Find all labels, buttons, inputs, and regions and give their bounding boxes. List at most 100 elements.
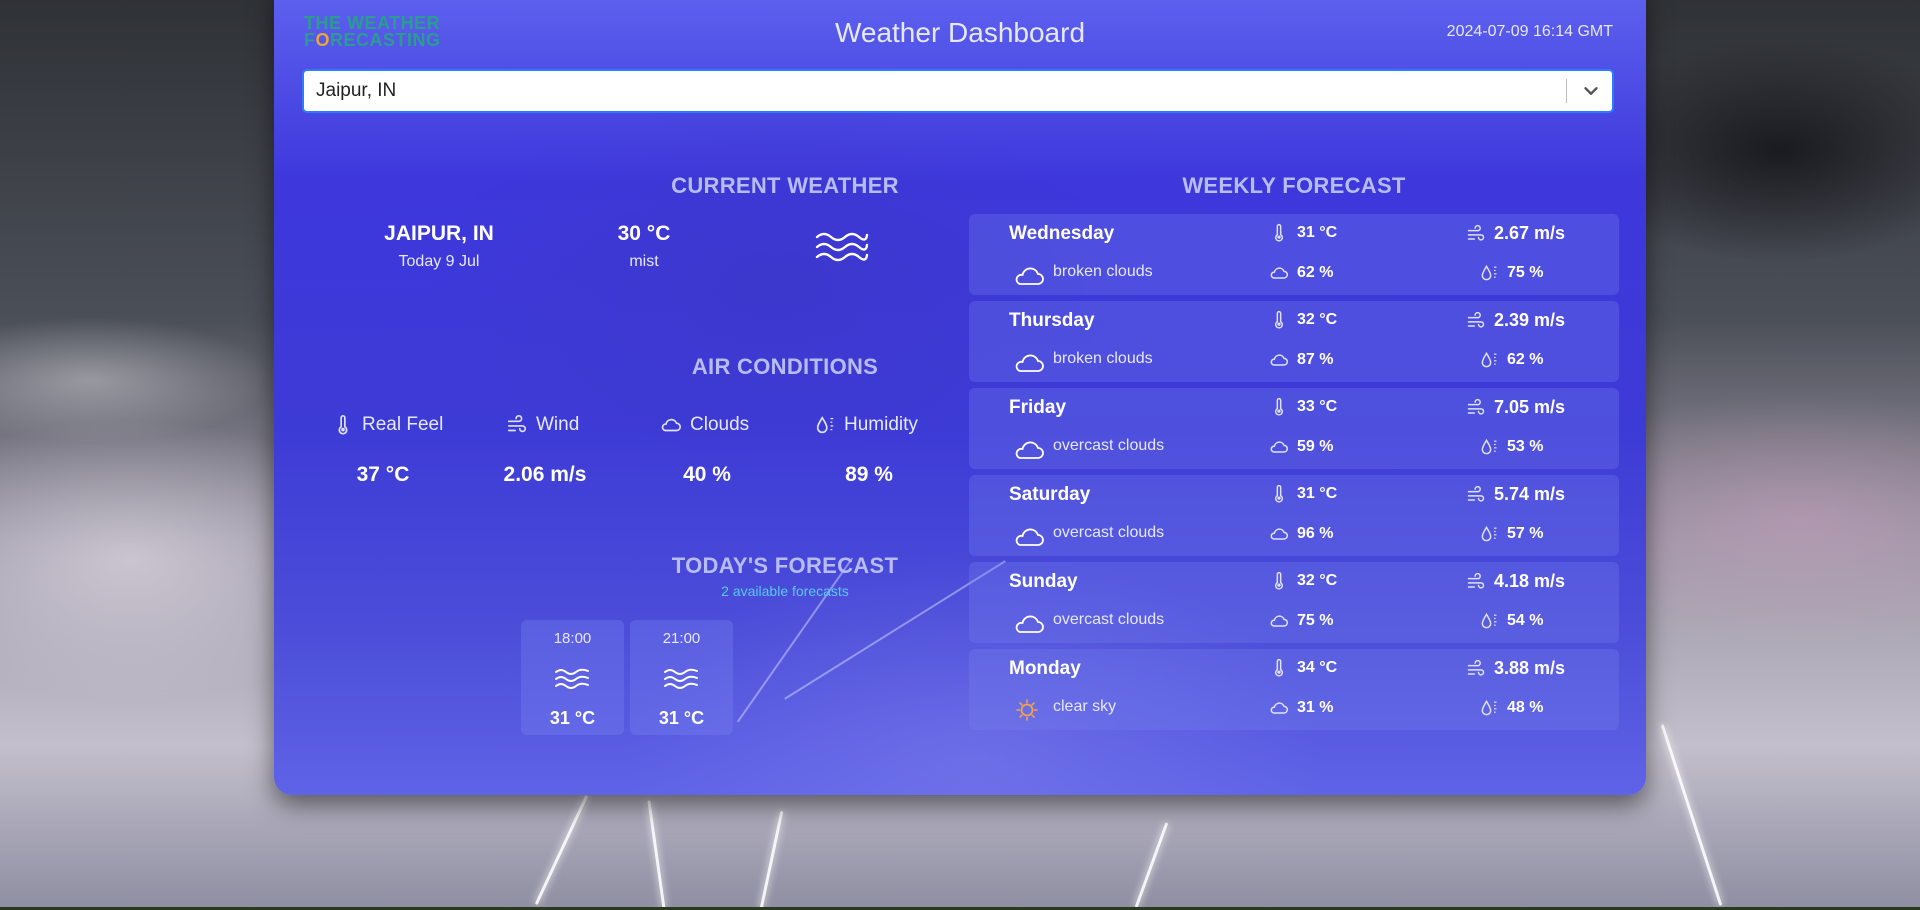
wind-icon (507, 415, 527, 433)
weather-description: overcast clouds (1053, 437, 1165, 454)
current-date: Today 9 Jul (398, 253, 480, 270)
cloud-icon (1270, 354, 1288, 366)
thermometer-icon (1274, 223, 1284, 242)
select-separator (1566, 79, 1567, 103)
weather-description: overcast clouds (1053, 524, 1165, 541)
weekday-label: Wednesday (1009, 223, 1115, 244)
humidity-icon (1481, 438, 1497, 455)
mist-icon (555, 668, 589, 689)
wind-cell: 5.74 m/s (1466, 484, 1565, 505)
clouds-cell: 96 % (1269, 524, 1333, 544)
humidity-cell: 53 % (1479, 437, 1543, 457)
cloud-icon (1270, 615, 1288, 627)
weekly-row-thursday: Thursday broken clouds 32 °C 87 % 2.39 m… (969, 301, 1619, 382)
current-description: mist (629, 253, 659, 270)
air-item-wind: Wind (506, 413, 579, 437)
wind-cell: 2.39 m/s (1466, 310, 1565, 331)
thermometer-icon (1274, 658, 1284, 677)
cloud-icon (1015, 441, 1044, 459)
weekly-row-monday: Monday clear sky 34 °C 31 % 3.88 m/s 48 … (969, 649, 1619, 730)
humidity-icon (1481, 264, 1497, 281)
hourly-forecast-card: 18:00 31 °C (521, 620, 624, 735)
dashboard-panel: THE WEATHER FORECASTING Weather Dashboar… (274, 0, 1646, 795)
forecast-time: 18:00 (553, 630, 592, 647)
forecast-time: 21:00 (662, 630, 701, 647)
sun-icon (1016, 699, 1038, 721)
weekday-label: Friday (1009, 397, 1067, 418)
hourly-forecast-card: 21:00 31 °C (630, 620, 733, 735)
temp-cell: 32 °C (1269, 571, 1337, 591)
humidity-icon (816, 416, 834, 434)
humidity-cell: 75 % (1479, 263, 1543, 283)
weekly-forecast-title: WEEKLY FORECAST (1182, 173, 1406, 198)
air-label: Humidity (844, 414, 918, 435)
forecast-temperature: 31 °C (549, 708, 596, 728)
wind-icon (1467, 485, 1485, 502)
wind-icon (1467, 311, 1485, 328)
cloud-icon (1270, 441, 1288, 453)
weekday-label: Saturday (1009, 484, 1091, 505)
weekly-row-friday: Friday overcast clouds 33 °C 59 % 7.05 m… (969, 388, 1619, 469)
city-search-select[interactable] (302, 69, 1614, 113)
wind-icon (1467, 398, 1485, 415)
cloud-icon (661, 418, 681, 432)
page-title: Weather Dashboard (834, 17, 1086, 48)
weekly-row-saturday: Saturday overcast clouds 31 °C 96 % 5.74… (969, 475, 1619, 556)
temp-cell: 33 °C (1269, 397, 1337, 417)
city-search-input[interactable] (304, 71, 1554, 111)
cloud-icon (1015, 354, 1044, 372)
weather-description: clear sky (1053, 698, 1117, 715)
temp-cell: 32 °C (1269, 310, 1337, 330)
cloud-icon (1015, 615, 1044, 633)
wind-icon (1467, 224, 1485, 241)
clouds-cell: 87 % (1269, 350, 1333, 370)
thermometer-icon (1274, 571, 1284, 590)
cloud-icon (1270, 267, 1288, 279)
forecast-temperature: 31 °C (658, 708, 705, 728)
humidity-icon (1481, 612, 1497, 629)
weekday-label: Monday (1009, 658, 1081, 679)
cloud-icon (1270, 528, 1288, 540)
chevron-down-icon[interactable] (1580, 80, 1602, 102)
thermometer-icon (1274, 310, 1284, 329)
wind-cell: 3.88 m/s (1466, 658, 1565, 679)
humidity-icon (1481, 525, 1497, 542)
humidity-cell: 62 % (1479, 350, 1543, 370)
wind-cell: 2.67 m/s (1466, 223, 1565, 244)
air-item-clouds: Clouds (660, 413, 749, 437)
air-label: Real Feel (362, 414, 444, 435)
cloud-icon (1015, 267, 1044, 285)
air-item-real-feel: Real Feel (332, 413, 443, 437)
wind-icon (1467, 659, 1485, 676)
air-label: Wind (536, 414, 580, 435)
wind-cell: 7.05 m/s (1466, 397, 1565, 418)
weekday-label: Sunday (1009, 571, 1078, 592)
cloud-icon (1015, 528, 1044, 546)
current-city: JAIPUR, IN (384, 222, 494, 245)
real-feel-value: 37 °C (356, 463, 410, 486)
wind-icon (1467, 572, 1485, 589)
humidity-cell: 57 % (1479, 524, 1543, 544)
weekly-row-sunday: Sunday overcast clouds 32 °C 75 % 4.18 m… (969, 562, 1619, 643)
thermometer-icon (1274, 397, 1284, 416)
clouds-cell: 75 % (1269, 611, 1333, 631)
humidity-cell: 48 % (1479, 698, 1543, 718)
air-label: Clouds (690, 414, 750, 435)
air-item-humidity: Humidity (814, 413, 918, 437)
humidity-icon (1481, 699, 1497, 716)
clouds-cell: 31 % (1269, 698, 1333, 718)
temp-cell: 31 °C (1269, 223, 1337, 243)
humidity-icon (1481, 351, 1497, 368)
mist-icon (664, 668, 698, 689)
clouds-cell: 59 % (1269, 437, 1333, 457)
weather-description: broken clouds (1053, 350, 1153, 367)
humidity-cell: 54 % (1479, 611, 1543, 631)
thermometer-icon (338, 415, 348, 435)
datetime-label: 2024-07-09 16:14 GMT (1446, 23, 1613, 40)
temp-cell: 34 °C (1269, 658, 1337, 678)
temp-cell: 31 °C (1269, 484, 1337, 504)
cloud-icon (1270, 702, 1288, 714)
thermometer-icon (1274, 484, 1284, 503)
clouds-value: 40 % (683, 463, 731, 486)
current-temperature: 30 °C (617, 222, 671, 245)
